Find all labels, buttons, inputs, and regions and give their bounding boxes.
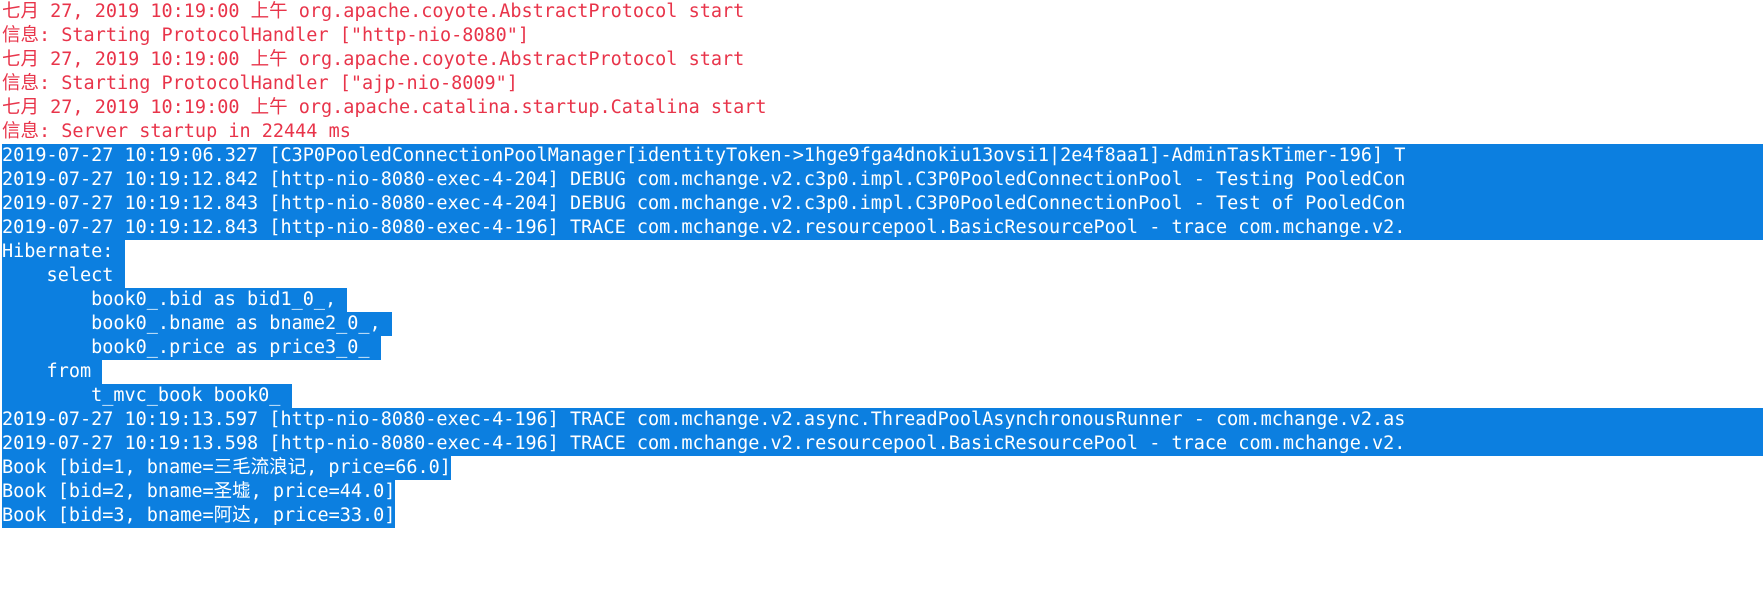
selection-highlight: 2019-07-27 10:19:13.598 [http-nio-8080-e…	[2, 432, 1763, 456]
selection-highlight: Book [bid=1, bname=三毛流浪记, price=66.0]	[2, 456, 451, 480]
console-line-tomcat: 信息: Server startup in 22444 ms	[0, 120, 1763, 144]
console-line-hibernate: Hibernate:	[0, 240, 1763, 264]
console-line-tomcat: 七月 27, 2019 10:19:00 上午 org.apache.catal…	[0, 96, 1763, 120]
selection-highlight: select	[2, 264, 125, 288]
console-line-sql: book0_.price as price3_0_	[0, 336, 1763, 360]
console-line-sql: book0_.bid as bid1_0_,	[0, 288, 1763, 312]
selection-highlight: Book [bid=3, bname=阿达, price=33.0]	[2, 504, 396, 528]
selection-highlight: 2019-07-27 10:19:12.842 [http-nio-8080-e…	[2, 168, 1763, 192]
selection-highlight: from	[2, 360, 103, 384]
console-line-selected: 2019-07-27 10:19:12.843 [http-nio-8080-e…	[0, 192, 1763, 216]
console-line-selected: 2019-07-27 10:19:12.842 [http-nio-8080-e…	[0, 168, 1763, 192]
selection-highlight: 2019-07-27 10:19:13.597 [http-nio-8080-e…	[2, 408, 1763, 432]
console-line-selected: 2019-07-27 10:19:12.843 [http-nio-8080-e…	[0, 216, 1763, 240]
console-line-selected: 2019-07-27 10:19:06.327 [C3P0PooledConne…	[0, 144, 1763, 168]
console-line-book: Book [bid=1, bname=三毛流浪记, price=66.0]	[0, 456, 1763, 480]
console-line-book: Book [bid=2, bname=圣墟, price=44.0]	[0, 480, 1763, 504]
selection-highlight: book0_.bid as bid1_0_,	[2, 288, 348, 312]
console-line-selected: 2019-07-27 10:19:13.598 [http-nio-8080-e…	[0, 432, 1763, 456]
console-line-sql: select	[0, 264, 1763, 288]
selection-highlight: 2019-07-27 10:19:06.327 [C3P0PooledConne…	[2, 144, 1763, 168]
console-line-tomcat: 七月 27, 2019 10:19:00 上午 org.apache.coyot…	[0, 0, 1763, 24]
console-line-sql: t_mvc_book book0_	[0, 384, 1763, 408]
selection-highlight: book0_.bname as bname2_0_,	[2, 312, 392, 336]
console-line-tomcat: 信息: Starting ProtocolHandler ["http-nio-…	[0, 24, 1763, 48]
selection-highlight: 2019-07-27 10:19:12.843 [http-nio-8080-e…	[2, 216, 1763, 240]
console-line-tomcat: 信息: Starting ProtocolHandler ["ajp-nio-8…	[0, 72, 1763, 96]
console-line-tomcat: 七月 27, 2019 10:19:00 上午 org.apache.coyot…	[0, 48, 1763, 72]
selection-highlight: Book [bid=2, bname=圣墟, price=44.0]	[2, 480, 396, 504]
selection-highlight: Hibernate:	[2, 240, 125, 264]
console-line-sql: book0_.bname as bname2_0_,	[0, 312, 1763, 336]
selection-highlight: 2019-07-27 10:19:12.843 [http-nio-8080-e…	[2, 192, 1763, 216]
selection-highlight: t_mvc_book book0_	[2, 384, 292, 408]
console-line-book: Book [bid=3, bname=阿达, price=33.0]	[0, 504, 1763, 528]
console-output-panel[interactable]: 七月 27, 2019 10:19:00 上午 org.apache.coyot…	[0, 0, 1763, 596]
console-line-sql: from	[0, 360, 1763, 384]
selection-highlight: book0_.price as price3_0_	[2, 336, 381, 360]
console-line-selected: 2019-07-27 10:19:13.597 [http-nio-8080-e…	[0, 408, 1763, 432]
